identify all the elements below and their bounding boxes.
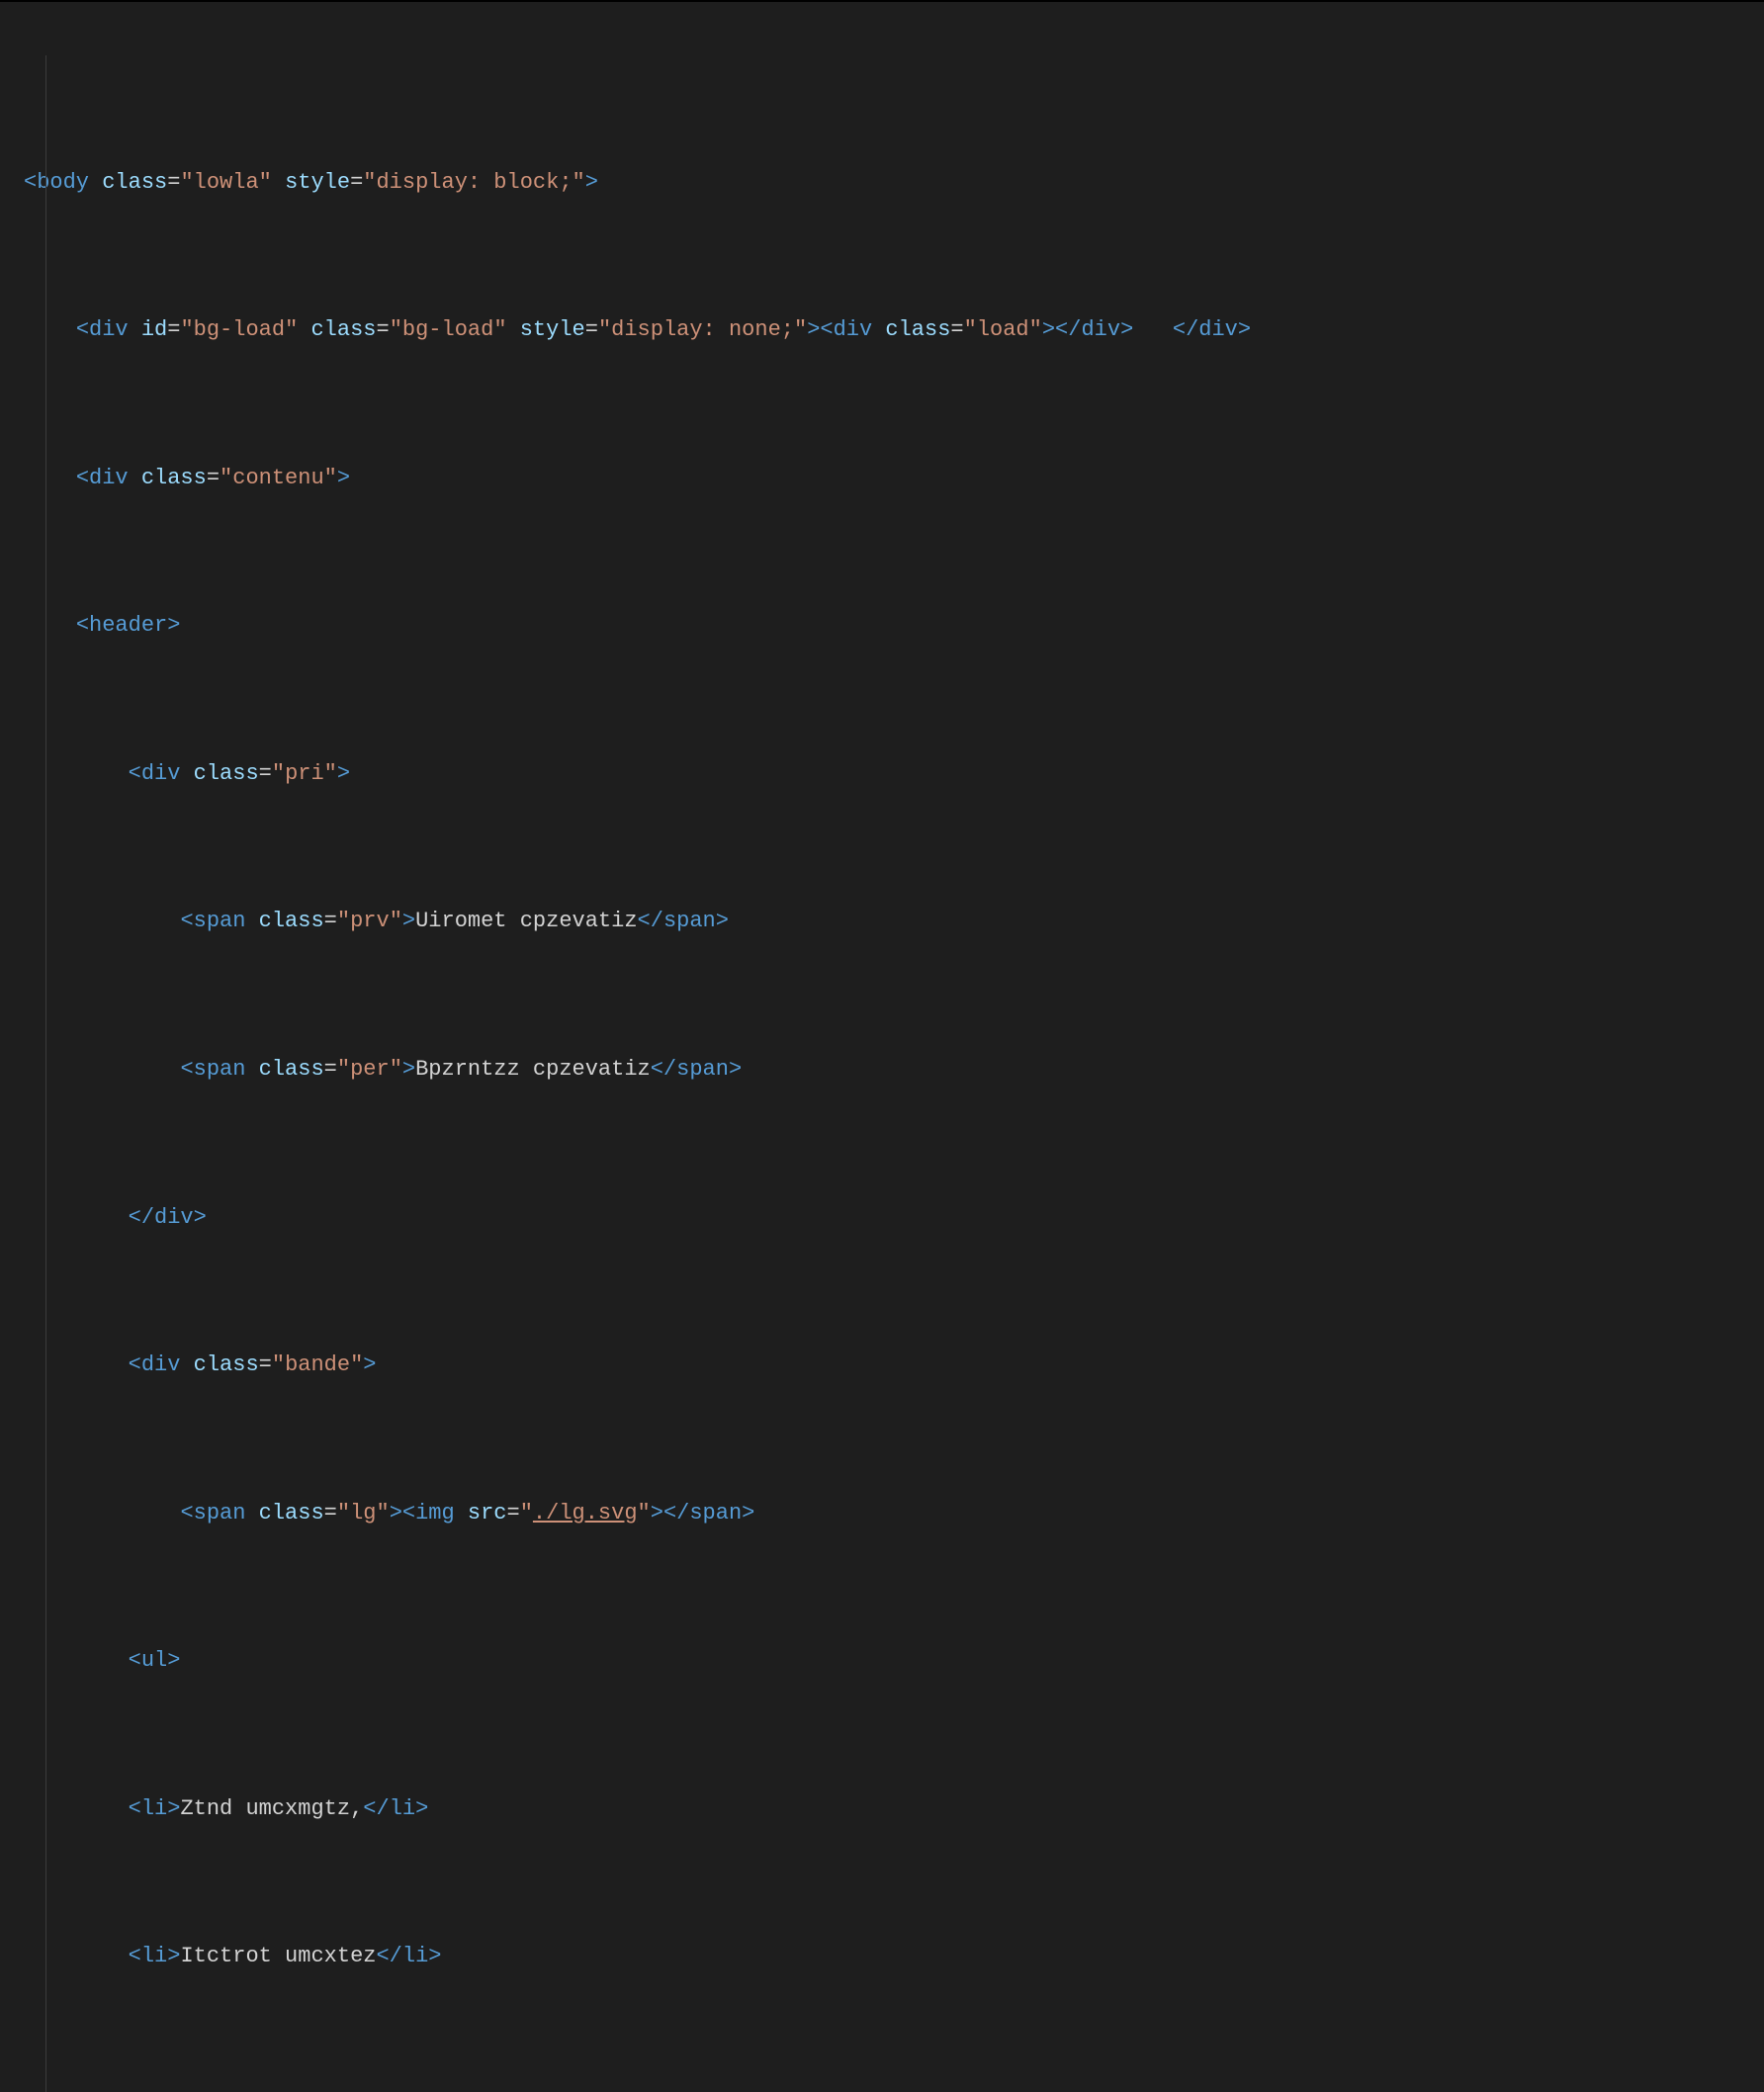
code-line[interactable]: <div class="bande"> [24,1347,1744,1383]
code-line[interactable]: <div id="bg-load" class="bg-load" style=… [24,311,1744,348]
code-line[interactable]: <span class="per">Bpzrntzz cpzevatiz</sp… [24,1051,1744,1088]
indent-guide [45,55,46,2092]
attr-src: src [468,1501,507,1525]
code-line[interactable]: <header> [24,607,1744,644]
code-line[interactable]: <ul> [24,1642,1744,1679]
attr-class: class [102,170,167,195]
code-line[interactable]: <li>Ztnd umcxmgtz,</li> [24,1790,1744,1827]
code-line[interactable]: <body class="lowla" style="display: bloc… [24,164,1744,201]
code-line[interactable]: </div> [24,1199,1744,1236]
code-editor[interactable]: <body class="lowla" style="display: bloc… [0,0,1764,2092]
code-line[interactable]: <div class="pri"> [24,755,1744,792]
code-line[interactable]: <li>Itctrot umcxtez</li> [24,1938,1744,1974]
code-line[interactable]: <div class="contenu"> [24,460,1744,496]
code-line[interactable]: <span class="lg"><img src="./lg.svg"></s… [24,1495,1744,1531]
attr-id: id [141,317,167,342]
attr-style: style [285,170,350,195]
code-line[interactable]: <span class="prv">Uiromet cpzevatiz</spa… [24,903,1744,939]
code-line[interactable]: <li>Htlu &amp; cvnemce</li> [24,2086,1744,2092]
